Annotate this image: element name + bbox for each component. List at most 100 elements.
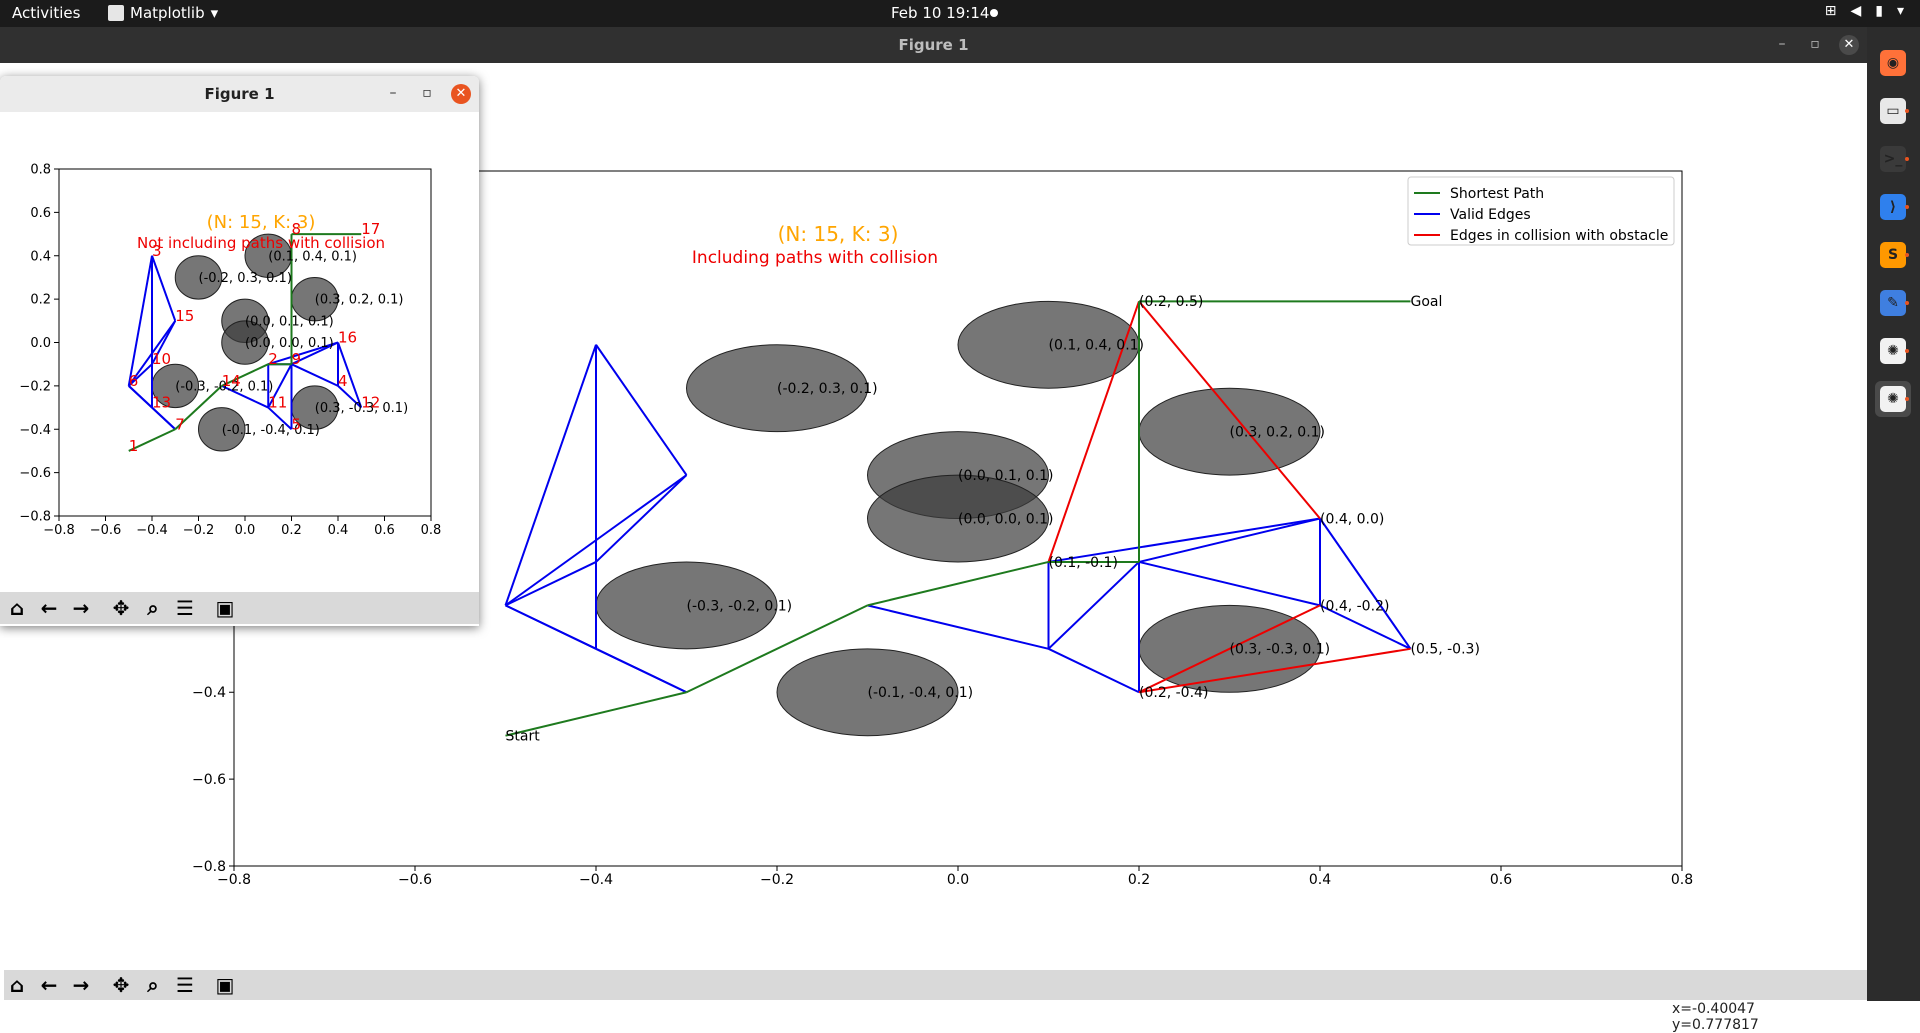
y-tick-label: 0.4	[30, 249, 51, 264]
obstacle-label: (-0.3, -0.2, 0.1)	[687, 598, 793, 614]
x-tick-label: 0.8	[421, 523, 442, 538]
valid-edge	[1047, 561, 1140, 650]
valid-edge	[151, 255, 177, 322]
node-number-label: 2	[268, 350, 278, 368]
save-icon[interactable]: ▣	[212, 972, 238, 998]
node-number-label: 9	[292, 350, 302, 368]
obstacle-label: (0.0, 0.1, 0.1)	[958, 468, 1054, 484]
coord-y: y=0.777817	[1672, 1017, 1759, 1033]
y-tick-label: 0.0	[30, 336, 51, 351]
system-tray[interactable]: ⊞ ◀ ▮ ▾	[1825, 3, 1904, 19]
terminal-icon-glyph: >_	[1880, 146, 1906, 172]
back-icon[interactable]: ←	[36, 595, 62, 621]
valid-edge	[1319, 517, 1412, 650]
x-tick-label: 0.0	[235, 523, 256, 538]
text-editor-icon-glyph: ✎	[1880, 290, 1906, 316]
dock: ◉ ▭ >_ ⟩ S ✎ ✺ ✺	[1867, 27, 1920, 1001]
x-tick-label: −0.2	[183, 523, 215, 538]
chart-title: (N: 15, K: 3)	[207, 212, 316, 233]
y-tick-label: −0.4	[192, 685, 226, 701]
sublime-icon-glyph: S	[1880, 242, 1906, 268]
obstacle-label: (0.3, 0.2, 0.1)	[1230, 425, 1326, 441]
node-number-label: 13	[152, 394, 171, 412]
configure-icon[interactable]: ☰	[172, 595, 198, 621]
zoom-icon[interactable]: ⌕	[140, 595, 166, 621]
x-tick-label: 0.0	[947, 872, 969, 888]
node-number-label: 12	[361, 394, 380, 412]
chart-title: (N: 15, K: 3)	[778, 222, 899, 246]
obstacle-label: (0.3, -0.3, 0.1)	[1230, 642, 1331, 658]
matplotlib-icon[interactable]: ✺	[1875, 333, 1911, 369]
window-title: Figure 1	[0, 27, 1867, 63]
files-icon[interactable]: ▭	[1875, 93, 1911, 129]
valid-edge	[1138, 560, 1321, 607]
pan-icon[interactable]: ✥	[108, 595, 134, 621]
forward-icon[interactable]: →	[68, 595, 94, 621]
home-icon[interactable]: ⌂	[4, 595, 30, 621]
matplotlib-icon-glyph: ✺	[1880, 386, 1906, 412]
x-tick-label: 0.4	[328, 523, 349, 538]
clock[interactable]: Feb 10 19:14	[891, 4, 989, 22]
running-indicator	[1905, 205, 1909, 209]
obstacle-label: (0.0, 0.0, 0.1)	[245, 336, 334, 351]
node-number-label: 7	[175, 415, 185, 433]
volume-icon: ◀	[1850, 3, 1862, 19]
close-icon[interactable]: ✕	[451, 84, 471, 104]
maximize-icon[interactable]: ▫	[415, 76, 439, 112]
x-tick-label: −0.6	[398, 872, 432, 888]
activities-button[interactable]: Activities	[12, 4, 80, 22]
node-number-label: 5	[292, 415, 302, 433]
close-icon[interactable]: ✕	[1839, 35, 1859, 55]
matplotlib-icon[interactable]: ✺	[1875, 381, 1911, 417]
node-number-label: 11	[268, 394, 287, 412]
configure-icon[interactable]: ☰	[172, 972, 198, 998]
pan-icon[interactable]: ✥	[108, 972, 134, 998]
minimize-icon[interactable]: –	[381, 76, 405, 112]
coord-x: x=-0.40047	[1672, 1001, 1755, 1017]
x-tick-label: 0.4	[1309, 872, 1331, 888]
running-indicator	[1905, 109, 1909, 113]
matplotlib-app-icon	[108, 5, 124, 21]
network-icon: ⊞	[1824, 3, 1837, 19]
forward-icon[interactable]: →	[68, 972, 94, 998]
node-number-label: 14	[222, 372, 241, 390]
y-tick-label: −0.6	[19, 466, 51, 481]
running-indicator	[1905, 157, 1909, 161]
battery-icon: ▮	[1875, 3, 1883, 19]
node-label: (0.5, -0.3)	[1411, 642, 1480, 658]
top-bar: Activities Matplotlib ▾ Feb 10 19:14 ⊞ ◀…	[0, 0, 1920, 27]
chart-subtitle: Including paths with collision	[692, 248, 938, 268]
vscode-icon[interactable]: ⟩	[1875, 189, 1911, 225]
text-editor-icon[interactable]: ✎	[1875, 285, 1911, 321]
zoom-icon[interactable]: ⌕	[140, 972, 166, 998]
navigation-toolbar: ⌂ ← → ✥ ⌕ ☰ ▣	[4, 970, 1871, 1000]
legend: Shortest Path Valid Edges Edges in collisi…	[1407, 176, 1675, 246]
small-plot[interactable]: (0.1, 0.4, 0.1)(-0.2, 0.3, 0.1)(0.3, 0.2…	[0, 112, 479, 592]
minimize-icon[interactable]: –	[1770, 27, 1794, 63]
back-icon[interactable]: ←	[36, 972, 62, 998]
y-tick-label: −0.8	[192, 859, 226, 875]
vscode-icon-glyph: ⟩	[1880, 194, 1906, 220]
y-tick-label: −0.4	[19, 423, 51, 438]
home-icon[interactable]: ⌂	[4, 972, 30, 998]
terminal-icon[interactable]: >_	[1875, 141, 1911, 177]
legend-entry: Valid Edges	[1450, 207, 1531, 223]
y-tick-label: −0.2	[19, 379, 51, 394]
y-tick-label: 0.6	[30, 206, 51, 221]
running-indicator	[1905, 349, 1909, 353]
chevron-down-icon: ▾	[210, 4, 219, 22]
maximize-icon[interactable]: ▫	[1803, 27, 1827, 63]
node-label: (0.2, 0.5)	[1139, 294, 1203, 310]
app-menu[interactable]: Matplotlib ▾	[108, 4, 218, 22]
obstacle-label: (-0.1, -0.4, 0.1)	[222, 423, 320, 438]
x-tick-label: −0.6	[90, 523, 122, 538]
save-icon[interactable]: ▣	[212, 595, 238, 621]
obstacle-label: (-0.2, 0.3, 0.1)	[199, 271, 292, 286]
sublime-icon[interactable]: S	[1875, 237, 1911, 273]
firefox-icon[interactable]: ◉	[1875, 45, 1911, 81]
x-tick-label: 0.6	[1490, 872, 1512, 888]
node-number-label: 6	[129, 372, 139, 390]
valid-edge	[504, 344, 597, 606]
node-number-label: 4	[338, 372, 348, 390]
x-tick-label: 0.6	[374, 523, 395, 538]
